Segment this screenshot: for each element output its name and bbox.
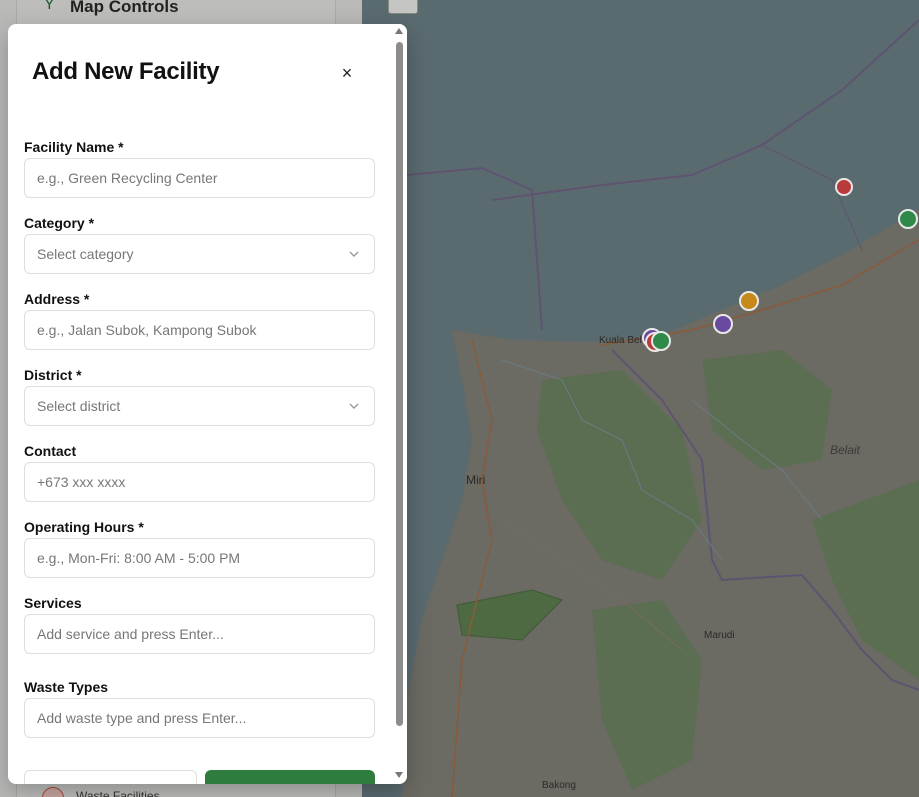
map-canvas: [402, 19, 919, 797]
waste-facilities-label: Waste Facilities: [76, 789, 160, 797]
district-placeholder: Select district: [37, 398, 121, 414]
category-select[interactable]: Select category: [24, 234, 375, 274]
dialog-title: Add New Facility: [32, 58, 220, 85]
scroll-up-icon[interactable]: [395, 28, 403, 34]
district-label: District *: [24, 367, 82, 383]
district-select[interactable]: Select district: [24, 386, 375, 426]
dialog-content: Add New Facility × Facility Name * e.g.,…: [8, 24, 392, 784]
address-input[interactable]: e.g., Jalan Subok, Kampong Subok: [24, 310, 375, 350]
map-border: [406, 166, 543, 331]
scroll-down-icon[interactable]: [395, 772, 403, 778]
waste-types-input[interactable]: Add waste type and press Enter...: [24, 698, 375, 738]
facility-marker-green[interactable]: [651, 331, 671, 351]
contact-label: Contact: [24, 443, 77, 459]
facility-marker-green[interactable]: [898, 209, 918, 229]
address-label: Address *: [24, 291, 90, 307]
map-label-miri: Miri: [466, 473, 486, 487]
facility-marker-orange[interactable]: [739, 291, 759, 311]
map-label-kuala-belait: Kuala Bel: [599, 335, 642, 346]
map-layer-toggle[interactable]: [388, 0, 418, 14]
dialog-scrollbar[interactable]: [392, 24, 407, 784]
add-facility-dialog: Add New Facility × Facility Name * e.g.,…: [8, 24, 407, 784]
facility-name-label: Facility Name *: [24, 139, 124, 155]
close-icon[interactable]: ×: [338, 63, 356, 83]
map-border: [761, 144, 863, 251]
map-label-belait: Belait: [830, 443, 861, 457]
map-label-bakong: Bakong: [542, 780, 576, 791]
waste-types-label: Waste Types: [24, 679, 109, 695]
map-controls-title: Map Controls: [70, 0, 179, 16]
chevron-down-icon: [349, 403, 359, 409]
facility-marker-red[interactable]: [835, 178, 853, 196]
services-input[interactable]: Add service and press Enter...: [24, 614, 375, 654]
filter-icon: Y: [44, 0, 55, 13]
operating-hours-input[interactable]: e.g., Mon-Fri: 8:00 AM - 5:00 PM: [24, 538, 375, 578]
map-view[interactable]: Kuala Bel Miri Belait Marudi Bakong: [362, 0, 919, 797]
category-label: Category *: [24, 215, 95, 231]
facility-marker-purple[interactable]: [713, 314, 733, 334]
facility-name-input[interactable]: e.g., Green Recycling Center: [24, 158, 375, 198]
contact-input[interactable]: +673 xxx xxxx: [24, 462, 375, 502]
chevron-down-icon: [349, 251, 359, 257]
map-label-marudi: Marudi: [704, 630, 735, 641]
map-border: [491, 19, 919, 201]
operating-hours-label: Operating Hours *: [24, 519, 144, 535]
category-placeholder: Select category: [37, 246, 134, 262]
submit-button[interactable]: [205, 770, 375, 784]
cancel-button[interactable]: [24, 770, 197, 784]
scrollbar-thumb[interactable]: [396, 42, 403, 726]
services-label: Services: [24, 595, 82, 611]
